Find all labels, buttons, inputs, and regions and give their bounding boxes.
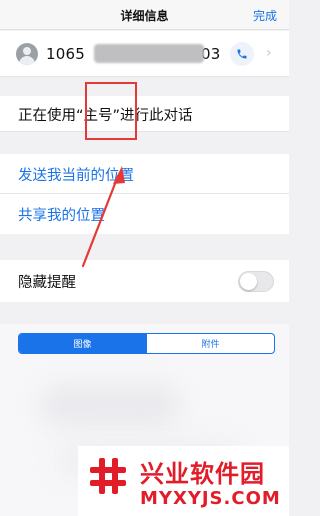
number-redaction [94, 44, 204, 63]
page-title: 详细信息 [120, 9, 169, 23]
media-segmented-control[interactable]: 图像 附件 [18, 333, 275, 354]
tab-attachments[interactable]: 附件 [146, 334, 274, 353]
contact-row[interactable]: 1065 03 › [0, 31, 289, 77]
section-gap [0, 234, 289, 260]
phone-icon [237, 49, 247, 59]
using-number-row: 正在使用“主号”进行此对话 [0, 96, 289, 132]
share-location-row[interactable]: 共享我的位置 [0, 194, 289, 234]
hash-logo-icon [86, 454, 130, 498]
hide-alerts-row: 隐藏提醒 [0, 260, 289, 302]
watermark: 兴业软件园 MYXYJS.COM [78, 446, 289, 516]
hide-alerts-label: 隐藏提醒 [18, 275, 76, 291]
section-gap [0, 132, 289, 154]
hide-alerts-toggle[interactable] [238, 271, 274, 292]
section-gap [0, 302, 289, 324]
tab-images[interactable]: 图像 [19, 334, 146, 353]
highlight-box [85, 82, 137, 140]
watermark-url: MYXYJS.COM [140, 488, 281, 509]
toggle-knob [240, 273, 257, 290]
section-gap [0, 77, 289, 96]
navigation-bar: 详细信息 完成 [0, 0, 289, 30]
avatar [16, 43, 38, 65]
watermark-title: 兴业软件园 [140, 460, 265, 488]
send-current-location-link[interactable]: 发送我当前的位置 [18, 164, 134, 185]
share-my-location-link[interactable]: 共享我的位置 [18, 204, 105, 225]
chevron-right-icon[interactable]: › [266, 45, 272, 61]
call-button[interactable] [230, 42, 254, 66]
phone-number-prefix: 1065 [46, 45, 85, 63]
done-button[interactable]: 完成 [253, 7, 277, 24]
send-location-row[interactable]: 发送我当前的位置 [0, 154, 289, 194]
